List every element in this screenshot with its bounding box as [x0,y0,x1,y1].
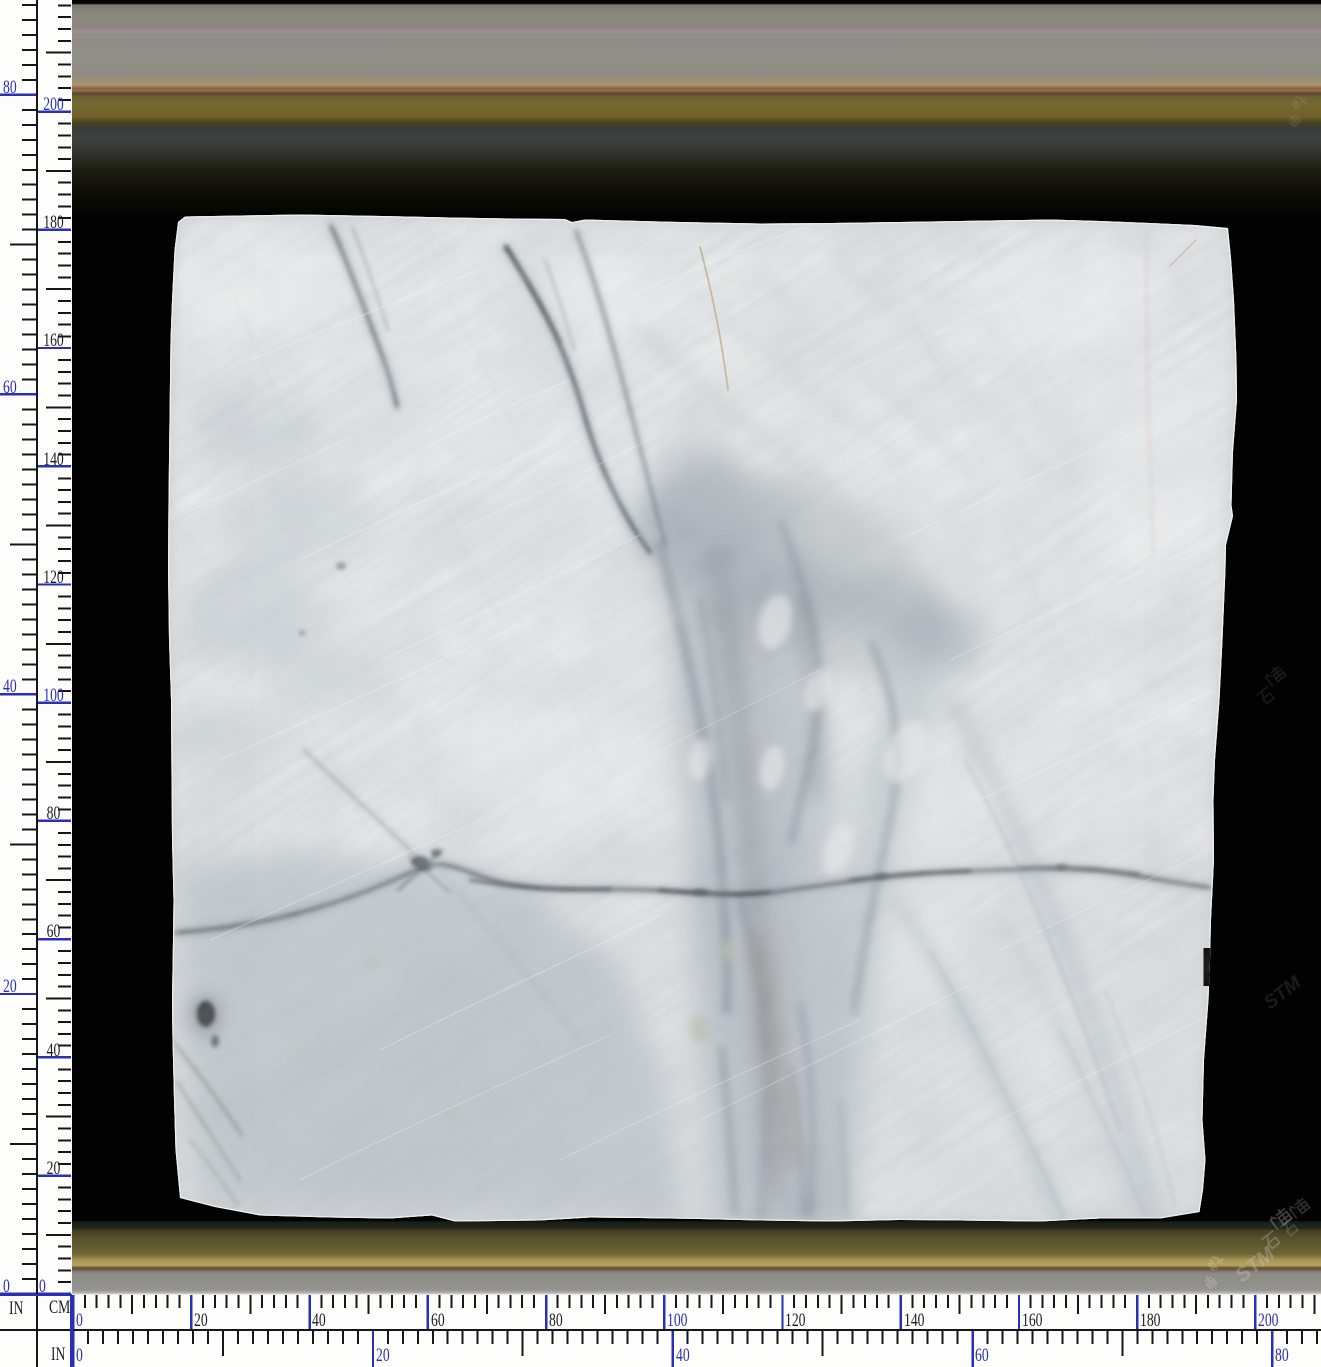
svg-text:STM: STM [1260,972,1306,1014]
